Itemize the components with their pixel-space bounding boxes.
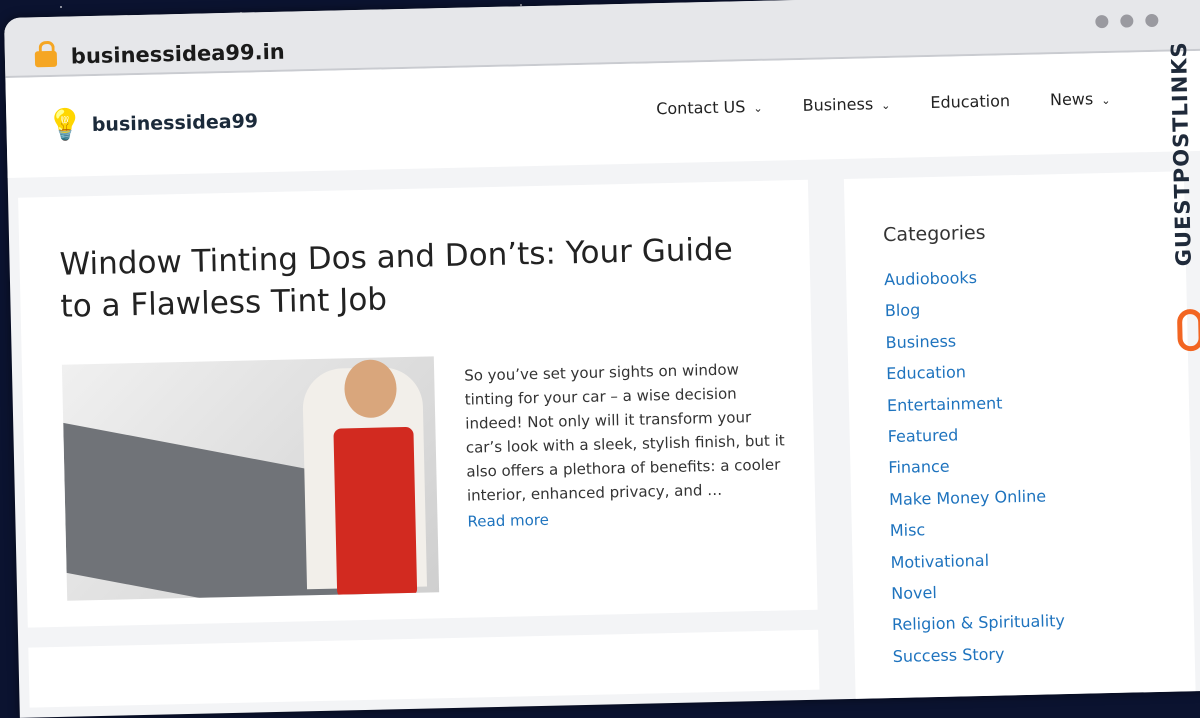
window-dot-icon[interactable] (1095, 14, 1109, 29)
nav-item-label: Contact US (656, 97, 746, 119)
nav-item-business[interactable]: Business ⌄ (802, 94, 890, 115)
link-icon (1176, 308, 1200, 352)
logo-text: businessidea99 (91, 110, 259, 137)
read-more-link[interactable]: Read more (467, 508, 549, 534)
category-link[interactable]: Make Money Online (889, 486, 1063, 521)
chevron-down-icon: ⌄ (1101, 93, 1111, 108)
nav-item-news[interactable]: News ⌄ (1050, 89, 1111, 109)
site-logo[interactable]: 💡 businessidea99 (46, 106, 259, 144)
chevron-down-icon: ⌄ (881, 98, 891, 113)
category-link[interactable]: Religion & Spirituality (892, 611, 1066, 646)
categories-list: Audiobooks Blog Business Education Enter… (884, 266, 1066, 678)
address-bar-url[interactable]: businessidea99.in (71, 40, 285, 69)
browser-window: businessidea99.in 💡 businessidea99 Conta… (4, 0, 1200, 718)
category-link[interactable]: Education (886, 360, 1060, 395)
chevron-down-icon: ⌄ (753, 101, 763, 116)
category-link[interactable]: Success Story (892, 643, 1066, 678)
lightbulb-icon: 💡 (46, 107, 85, 144)
post-card: Window Tinting Dos and Don’ts: Your Guid… (18, 179, 818, 628)
category-link[interactable]: Motivational (890, 549, 1064, 584)
category-link[interactable]: Business (885, 329, 1059, 364)
categories-heading: Categories (882, 221, 986, 247)
window-dot-icon[interactable] (1120, 14, 1134, 28)
main-nav: Contact US ⌄ Business ⌄ Education News ⌄ (656, 89, 1111, 118)
nav-item-label: Education (930, 91, 1011, 113)
post-featured-image[interactable] (61, 356, 440, 601)
post-title[interactable]: Window Tinting Dos and Don’ts: Your Guid… (59, 229, 741, 327)
nav-item-contact-us[interactable]: Contact US ⌄ (656, 97, 763, 118)
post-excerpt-text: So you’ve set your sights on window tint… (464, 360, 785, 505)
category-link[interactable]: Audiobooks (884, 266, 1058, 301)
category-link[interactable]: Finance (888, 454, 1062, 489)
nav-item-label: News (1049, 89, 1094, 110)
next-post-card (28, 629, 820, 708)
nav-item-label: Business (802, 94, 874, 115)
category-link[interactable]: Entertainment (887, 392, 1061, 427)
guestpostlinks-watermark: GUESTPOSTLINKS (1163, 41, 1200, 352)
post-excerpt: So you’ve set your sights on window tint… (464, 356, 788, 533)
category-link[interactable]: Misc (890, 517, 1064, 552)
category-link[interactable]: Featured (888, 423, 1062, 458)
nav-item-education[interactable]: Education (930, 91, 1010, 112)
category-link[interactable]: Blog (885, 298, 1059, 333)
window-dot-icon[interactable] (1145, 13, 1159, 28)
lock-icon (34, 50, 58, 68)
watermark-text: GUESTPOSTLINKS (1166, 41, 1196, 267)
window-controls (1095, 13, 1159, 29)
category-link[interactable]: Novel (891, 580, 1065, 615)
apron-shape (333, 426, 418, 599)
sidebar: Categories Audiobooks Blog Business Educ… (843, 171, 1196, 699)
